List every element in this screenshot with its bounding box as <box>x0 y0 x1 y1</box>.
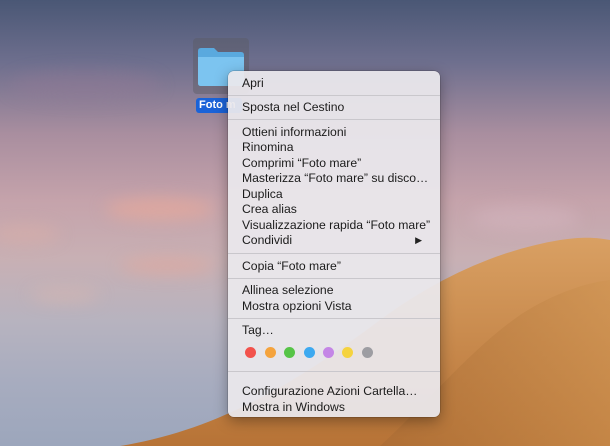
context-menu: Apri Sposta nel Cestino Ottieni informaz… <box>228 71 440 417</box>
tag-color-purple[interactable] <box>323 347 334 358</box>
menu-separator <box>228 95 440 96</box>
menu-item-quick-look[interactable]: Visualizzazione rapida “Foto mare” <box>242 217 430 233</box>
menu-item-clean-up-selection[interactable]: Allinea selezione <box>242 282 430 298</box>
menu-separator <box>228 253 440 254</box>
tag-color-orange[interactable] <box>265 347 276 358</box>
menu-item-rename[interactable]: Rinomina <box>242 139 430 155</box>
menu-separator <box>228 371 440 372</box>
menu-item-show-in-windows[interactable]: Mostra in Windows <box>242 399 430 415</box>
menu-separator <box>228 278 440 279</box>
tag-color-yellow[interactable] <box>342 347 353 358</box>
menu-item-share[interactable]: Condividi ▶ <box>242 232 430 248</box>
menu-item-folder-actions-setup[interactable]: Configurazione Azioni Cartella… <box>242 383 430 399</box>
menu-item-make-alias[interactable]: Crea alias <box>242 201 430 217</box>
tag-color-red[interactable] <box>245 347 256 358</box>
menu-item-copy[interactable]: Copia “Foto mare” <box>242 258 430 274</box>
menu-item-share-label: Condividi <box>242 233 293 247</box>
menu-separator <box>228 119 440 120</box>
tag-color-gray[interactable] <box>362 347 373 358</box>
tag-color-green[interactable] <box>284 347 295 358</box>
menu-item-show-view-options[interactable]: Mostra opzioni Vista <box>242 298 430 314</box>
menu-item-burn-to-disc[interactable]: Masterizza “Foto mare” su disco… <box>242 170 430 186</box>
menu-item-move-to-trash[interactable]: Sposta nel Cestino <box>242 99 430 115</box>
menu-item-tags[interactable]: Tag… <box>242 322 430 338</box>
menu-separator <box>228 318 440 319</box>
menu-item-open[interactable]: Apri <box>242 75 430 91</box>
submenu-arrow-icon: ▶ <box>415 235 422 245</box>
tag-color-blue[interactable] <box>304 347 315 358</box>
menu-item-get-info[interactable]: Ottieni informazioni <box>242 124 430 140</box>
menu-item-compress[interactable]: Comprimi “Foto mare” <box>242 155 430 171</box>
menu-item-duplicate[interactable]: Duplica <box>242 186 430 202</box>
